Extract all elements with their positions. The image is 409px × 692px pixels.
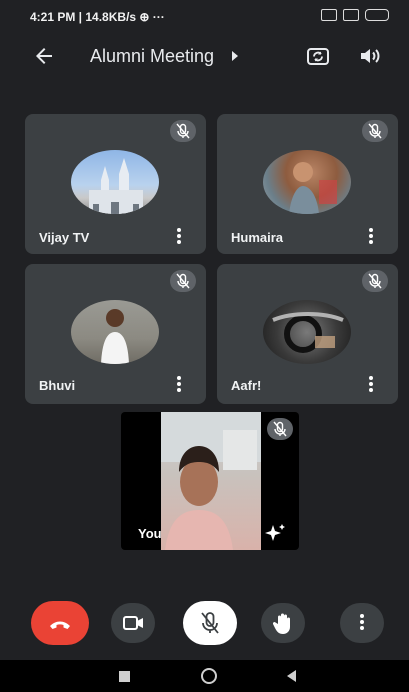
end-call-button[interactable] bbox=[31, 601, 89, 645]
speaker-icon[interactable] bbox=[358, 45, 382, 67]
self-photo bbox=[161, 412, 261, 550]
camera-icon bbox=[123, 616, 143, 630]
back-arrow-icon[interactable] bbox=[32, 44, 56, 68]
self-label: You bbox=[138, 526, 162, 541]
mic-off-icon bbox=[368, 273, 382, 289]
church-photo bbox=[89, 158, 143, 214]
mic-off-icon bbox=[176, 123, 190, 139]
participant-name: Bhuvi bbox=[39, 378, 76, 393]
end-call-icon bbox=[50, 621, 70, 629]
switch-camera-icon[interactable] bbox=[305, 44, 331, 68]
more-vert-icon[interactable] bbox=[369, 376, 373, 394]
more-vert-icon bbox=[360, 614, 364, 632]
participant-tile-humaira[interactable]: Humaira bbox=[217, 114, 398, 254]
effects-sparkle-icon[interactable] bbox=[263, 522, 287, 544]
system-nav-bar bbox=[0, 660, 409, 692]
mic-off-icon bbox=[201, 612, 219, 634]
battery-icon bbox=[365, 9, 389, 21]
avatar bbox=[71, 150, 159, 214]
signal-icon bbox=[321, 9, 337, 21]
participant-tile-aafr[interactable]: Aafr! bbox=[217, 264, 398, 404]
status-bar: 4:21 PM | 14.8KB/s ⊕ ··· bbox=[0, 0, 409, 34]
more-vert-icon[interactable] bbox=[177, 228, 181, 246]
mic-off-badge bbox=[170, 270, 196, 292]
mic-off-icon bbox=[368, 123, 382, 139]
call-control-bar bbox=[0, 596, 409, 652]
self-video bbox=[161, 412, 261, 550]
mic-off-badge bbox=[267, 418, 293, 440]
back-nav-icon[interactable] bbox=[287, 670, 296, 682]
recents-icon[interactable] bbox=[119, 671, 130, 682]
status-time: 4:21 PM | 14.8KB/s ⊕ ··· bbox=[30, 10, 165, 24]
camera-button[interactable] bbox=[111, 603, 155, 643]
self-view-tile[interactable]: You bbox=[121, 412, 299, 550]
mic-off-icon bbox=[176, 273, 190, 289]
status-icons bbox=[321, 9, 389, 21]
avatar bbox=[263, 300, 351, 364]
more-options-button[interactable] bbox=[340, 603, 384, 643]
participant-tile-vijay[interactable]: Vijay TV bbox=[25, 114, 206, 254]
mic-off-badge bbox=[362, 270, 388, 292]
caret-right-icon[interactable] bbox=[232, 51, 238, 61]
signal-icon-2 bbox=[343, 9, 359, 21]
avatar bbox=[71, 300, 159, 364]
more-vert-icon[interactable] bbox=[177, 376, 181, 394]
participant-name: Vijay TV bbox=[39, 230, 90, 245]
boy-photo bbox=[101, 309, 129, 364]
child-photo bbox=[289, 162, 337, 214]
participant-name: Aafr! bbox=[231, 378, 262, 393]
meeting-title[interactable]: Alumni Meeting bbox=[90, 46, 214, 67]
raise-hand-button[interactable] bbox=[261, 603, 305, 643]
more-vert-icon[interactable] bbox=[369, 228, 373, 246]
car-interior-photo bbox=[272, 312, 344, 353]
participant-name: Humaira bbox=[231, 230, 284, 245]
mic-off-badge bbox=[362, 120, 388, 142]
mic-toggle-button[interactable] bbox=[183, 601, 237, 645]
raise-hand-icon bbox=[272, 613, 290, 634]
participant-tile-bhuvi[interactable]: Bhuvi bbox=[25, 264, 206, 404]
home-icon[interactable] bbox=[201, 668, 217, 684]
app-header: Alumni Meeting bbox=[0, 34, 409, 80]
mic-off-icon bbox=[273, 421, 287, 437]
avatar bbox=[263, 150, 351, 214]
mic-off-badge bbox=[170, 120, 196, 142]
